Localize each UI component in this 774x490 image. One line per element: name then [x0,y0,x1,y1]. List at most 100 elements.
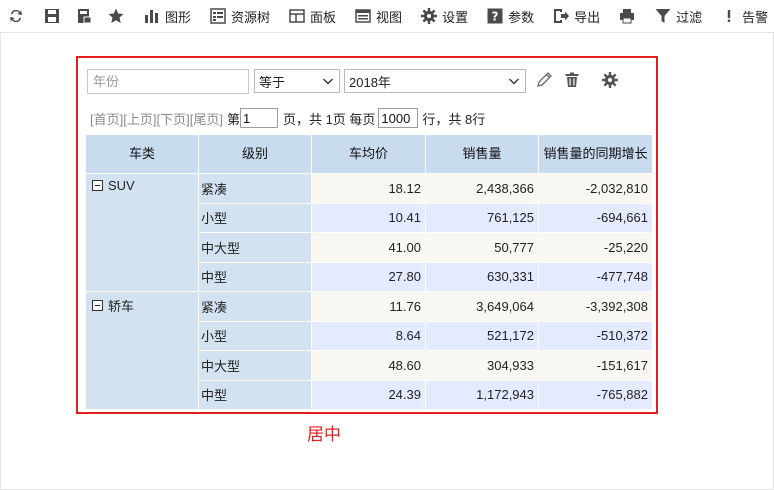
save-as-button[interactable] [68,0,100,32]
view-button[interactable]: 视图 [347,0,409,32]
filter-field-input[interactable] [87,68,249,94]
table-row: SUV 紧凑 18.12 2,438,366 -2,032,810 [85,173,653,292]
save-as-icon [75,7,93,25]
filter-operator-select[interactable]: 等于 [254,69,340,93]
level-cell: 紧凑 [198,291,312,322]
alert-icon [720,7,738,25]
growth-cell: -25,220 [538,232,653,263]
export-button[interactable]: 导出 [545,0,607,32]
report-container: 等于 2018年 [首页] [上页] [76,56,658,414]
level-cell: 中型 [198,261,312,292]
print-button[interactable] [611,0,643,32]
sales-cell: 630,331 [425,261,539,292]
svg-text:?: ? [492,10,499,24]
chart-label: 图形 [165,9,192,25]
column-header-category[interactable]: 车类 [85,134,199,174]
export-icon [552,7,570,25]
collapse-toggle[interactable]: 轿车 [92,296,134,315]
params-button[interactable]: ? 参数 [479,0,541,32]
sales-cell: 3,649,064 [425,291,539,322]
chart-button[interactable]: 图形 [136,0,198,32]
avg-price-cell: 10.41 [311,202,426,233]
caption-label: 居中 [307,425,341,444]
sales-cell: 521,172 [425,320,539,351]
edit-filter-button[interactable] [534,71,554,91]
help-icon: ? [486,7,504,25]
category-label: 轿车 [108,299,135,314]
settings-label: 设置 [442,9,469,25]
filter-icon [654,7,672,25]
sales-cell: 50,777 [425,232,539,263]
page-number-input[interactable] [239,108,278,128]
filter-settings-button[interactable] [600,71,620,91]
save-button[interactable] [36,0,68,32]
next-page-link[interactable]: [下页] [156,109,189,128]
view-icon [354,7,372,25]
level-cell: 中型 [198,379,312,410]
avg-price-cell: 11.76 [311,291,426,322]
filter-value-select[interactable]: 2018年 [344,69,526,93]
delete-filter-button[interactable] [562,71,582,91]
chevron-down-icon [508,75,520,87]
favorite-button[interactable] [100,0,132,32]
level-cell: 小型 [198,320,312,351]
column-header-sales[interactable]: 销售量 [425,134,539,174]
toolbar: 图形 资源树 面板 视图 设置 ? 参数 导出 过滤 告警 [0,0,774,33]
avg-price-cell: 18.12 [311,173,426,204]
level-cell: 中大型 [198,350,312,381]
level-cell: 中大型 [198,232,312,263]
category-label: SUV [108,178,135,193]
alert-label: 告警 [742,9,769,25]
pager-middle: 页，共 1页 每页 [282,111,376,127]
view-label: 视图 [376,9,403,25]
page-size-input[interactable] [378,108,419,128]
refresh-icon [7,7,25,25]
sales-cell: 761,125 [425,202,539,233]
avg-price-cell: 8.64 [311,320,426,351]
level-cell: 小型 [198,202,312,233]
first-page-link[interactable]: [首页] [90,109,123,128]
table-header-row: 车类 级别 车均价 销售量 销售量的同期增长 [85,134,653,174]
resource-tree-label: 资源树 [231,9,271,25]
prev-page-link[interactable]: [上页] [123,109,156,128]
panel-label: 面板 [310,9,337,25]
gear-icon [601,71,619,92]
level-cell: 紧凑 [198,173,312,204]
filter-button[interactable]: 过滤 [647,0,709,32]
bar-chart-icon [143,7,161,25]
growth-cell: -3,392,308 [538,291,653,322]
panel-icon [288,7,306,25]
save-icon [43,7,61,25]
sales-cell: 1,172,943 [425,379,539,410]
filter-value: 2018年 [349,74,391,90]
last-page-link[interactable]: [尾页] [190,109,223,128]
avg-price-cell: 27.80 [311,261,426,292]
column-header-level[interactable]: 级别 [198,134,312,174]
sales-cell: 2,438,366 [425,173,539,204]
panel-button[interactable]: 面板 [281,0,343,32]
print-icon [618,7,636,25]
growth-cell: -151,617 [538,350,653,381]
data-table: 车类 级别 车均价 销售量 销售量的同期增长 SUV 紧凑 18.12 2,43… [85,134,653,410]
pager-suffix: 行，共 8行 [422,111,486,127]
filter-row: 等于 2018年 [87,68,620,94]
trash-icon [563,71,581,92]
refresh-button[interactable] [0,0,32,32]
column-header-sales-growth[interactable]: 销售量的同期增长 [538,134,653,174]
params-label: 参数 [508,9,535,25]
column-header-avg-price[interactable]: 车均价 [311,134,426,174]
gear-icon [420,7,438,25]
growth-cell: -765,882 [538,379,653,410]
resource-tree-button[interactable]: 资源树 [202,0,277,32]
export-label: 导出 [574,9,601,25]
growth-cell: -694,661 [538,202,653,233]
table-row: 轿车 紧凑 11.76 3,649,064 -3,392,308 [85,291,653,410]
alert-button[interactable]: 告警 [713,0,774,32]
resource-tree-icon [209,7,227,25]
settings-button[interactable]: 设置 [413,0,475,32]
avg-price-cell: 24.39 [311,379,426,410]
growth-cell: -2,032,810 [538,173,653,204]
growth-cell: -510,372 [538,320,653,351]
collapse-toggle[interactable]: SUV [92,178,135,193]
pager-prefix: 第 [226,111,240,127]
